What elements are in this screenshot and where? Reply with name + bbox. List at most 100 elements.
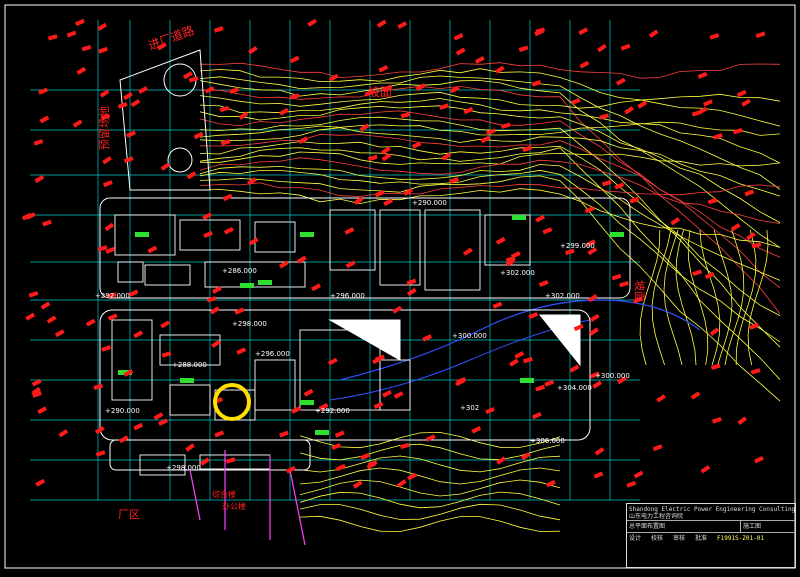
red-marker xyxy=(147,245,158,254)
red-marker xyxy=(206,296,217,303)
red-marker xyxy=(538,279,549,287)
red-marker xyxy=(72,119,83,128)
red-marker xyxy=(223,227,234,235)
red-marker xyxy=(544,379,555,387)
red-marker xyxy=(35,478,46,487)
red-marker xyxy=(99,89,110,98)
red-marker xyxy=(531,80,542,87)
plant-building xyxy=(329,209,376,271)
site-plan: +286.000 +290.000 +292.000 +296.000 +298.000… xyxy=(4,4,796,569)
red-marker xyxy=(75,18,85,27)
red-marker xyxy=(42,219,52,227)
red-marker xyxy=(248,46,258,55)
red-marker xyxy=(633,470,644,479)
red-marker xyxy=(37,406,47,415)
green-marker xyxy=(520,378,534,383)
red-marker xyxy=(376,19,387,28)
red-marker xyxy=(40,301,51,310)
red-marker xyxy=(439,103,450,110)
green-marker xyxy=(180,378,194,383)
elevation-label: +300.000 xyxy=(452,332,487,340)
red-marker xyxy=(97,22,108,31)
plant-building xyxy=(199,454,271,470)
elevation-label: +302.000 xyxy=(500,269,535,277)
red-marker xyxy=(193,131,204,140)
elevation-label: +296.000 xyxy=(330,292,365,300)
red-marker xyxy=(133,422,144,431)
red-marker xyxy=(744,189,755,197)
label-east-slope: 坡面 xyxy=(633,280,646,302)
red-marker xyxy=(471,426,482,434)
red-marker xyxy=(399,442,410,450)
red-marker xyxy=(400,112,411,119)
red-marker xyxy=(593,471,604,479)
plant-building xyxy=(254,221,296,253)
red-marker xyxy=(495,236,506,245)
red-marker xyxy=(480,135,491,144)
red-marker xyxy=(311,283,321,292)
red-marker xyxy=(411,141,422,149)
red-marker xyxy=(123,156,134,164)
elevation-label: +290.000 xyxy=(412,199,447,207)
red-marker xyxy=(219,105,230,113)
elevation-label: +298.000 xyxy=(232,320,267,328)
red-marker xyxy=(202,212,212,221)
green-marker xyxy=(135,232,149,237)
label-north-slope: 坡面 xyxy=(368,85,392,99)
plant-building xyxy=(169,384,211,416)
road-south-loop xyxy=(99,309,591,441)
elevation-label: +298.000 xyxy=(166,464,201,472)
red-marker xyxy=(138,86,148,94)
red-marker xyxy=(47,34,58,41)
red-marker xyxy=(303,388,314,397)
red-marker xyxy=(382,389,392,398)
red-marker xyxy=(307,18,318,27)
red-marker xyxy=(291,406,301,414)
red-marker xyxy=(709,327,720,336)
red-marker xyxy=(518,45,529,52)
red-marker xyxy=(352,480,363,489)
red-marker xyxy=(496,456,506,465)
red-marker xyxy=(570,97,581,105)
red-marker xyxy=(331,443,342,450)
red-marker xyxy=(509,358,519,367)
red-marker xyxy=(158,418,168,426)
contour-line xyxy=(299,503,561,521)
elevation-label: +296.000 xyxy=(255,350,290,358)
contour-line xyxy=(675,229,697,366)
red-marker xyxy=(185,443,195,452)
red-marker xyxy=(704,271,715,280)
title-block-row-2: 校核 xyxy=(651,535,664,542)
red-marker xyxy=(66,30,77,38)
elevation-label: +300.000 xyxy=(595,372,630,380)
red-marker xyxy=(345,260,356,269)
red-marker xyxy=(225,457,236,464)
red-marker xyxy=(750,368,761,375)
red-marker xyxy=(597,43,607,53)
red-marker xyxy=(485,128,496,136)
red-marker xyxy=(535,384,546,392)
green-marker xyxy=(258,280,272,285)
red-marker xyxy=(393,391,404,399)
red-marker xyxy=(213,26,224,33)
red-marker xyxy=(38,87,48,95)
red-marker xyxy=(594,447,605,456)
red-marker xyxy=(28,290,39,298)
title-block-row-1: 设计 xyxy=(629,535,642,542)
title-block-row-4: 批准 xyxy=(695,535,708,542)
plant-building xyxy=(254,359,296,411)
red-marker xyxy=(754,456,764,464)
red-marker xyxy=(589,313,600,322)
red-marker xyxy=(523,356,533,364)
red-marker xyxy=(652,444,663,452)
red-marker xyxy=(344,227,355,235)
red-marker xyxy=(736,89,747,98)
red-marker xyxy=(396,479,407,488)
red-marker xyxy=(222,193,233,202)
plant-building xyxy=(484,214,531,266)
red-marker xyxy=(455,47,466,56)
title-block-sheet-label: 施工图 xyxy=(743,523,762,530)
red-marker xyxy=(102,156,112,165)
cad-drawing-canvas[interactable]: +286.000 +290.000 +292.000 +296.000 +298.000… xyxy=(0,0,800,573)
title-block-company-en: Shandong Electric Power Engineering Cons… xyxy=(629,506,795,513)
